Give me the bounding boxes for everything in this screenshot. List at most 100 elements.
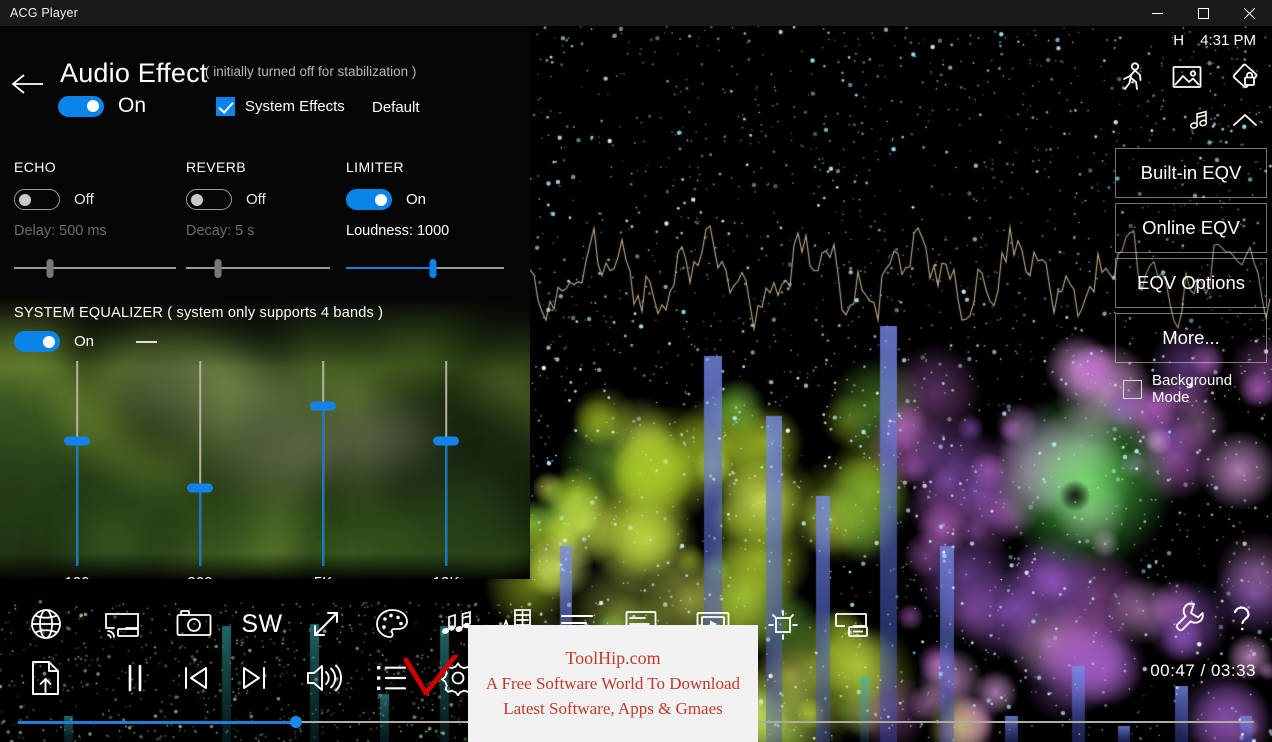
window-controls [1134, 0, 1272, 26]
music-notes-icon[interactable] [1190, 110, 1214, 130]
effect-reverb-toggle[interactable] [186, 189, 232, 210]
time-separator: / [1200, 661, 1206, 680]
more-button[interactable]: More... [1115, 313, 1267, 363]
cast-device-icon[interactable] [824, 602, 878, 646]
equalizer-toggle[interactable] [14, 331, 60, 352]
lock-rotation-icon[interactable] [1228, 62, 1258, 92]
eq-band-fill [322, 406, 324, 566]
toggle-knob [375, 193, 387, 206]
window-title: ACG Player [10, 6, 78, 20]
walking-person-icon[interactable] [1120, 62, 1146, 92]
system-effects-checkbox[interactable] [216, 97, 235, 116]
close-button[interactable] [1226, 0, 1272, 26]
effect-reverb-slider[interactable] [186, 257, 330, 279]
cast-screen-icon[interactable] [94, 602, 150, 646]
effect-reverb: REVERB Off Decay: 5 s [186, 159, 330, 279]
equalizer-title: SYSTEM EQUALIZER ( system only supports … [14, 305, 384, 321]
audio-effect-panel: Audio Effect ( initially turned off for … [0, 26, 530, 579]
status-bar: H 4:31 PM [1173, 32, 1256, 49]
effect-limiter-title: LIMITER [346, 159, 405, 175]
effect-limiter-param: Loudness: 1000 [346, 223, 450, 239]
watermark-line-1: ToolHip.com [565, 648, 661, 668]
current-time: 00:47 [1150, 661, 1196, 680]
app-window: ACG Player Audio Effect (initially turn… [0, 0, 1272, 742]
picture-icon[interactable] [1172, 64, 1202, 90]
effect-limiter-toggle[interactable] [346, 189, 392, 210]
sw-text-button[interactable]: SW [234, 602, 290, 646]
toggle-knob [19, 193, 31, 206]
palette-icon[interactable] [364, 602, 420, 646]
eq-band-label: 100 [47, 574, 107, 579]
page-title-note: ( initially turned off for stabilization… [205, 64, 417, 79]
help-icon[interactable] [1230, 602, 1254, 634]
master-toggle-row: On [58, 94, 146, 118]
toggle-knob [87, 100, 99, 112]
playback-time: 00:47 / 03:33 [1150, 661, 1256, 681]
crop-screenshot-icon[interactable] [756, 602, 810, 646]
volume-icon[interactable] [294, 653, 354, 703]
fullscreen-expand-icon[interactable] [300, 602, 352, 646]
eq-band-thumb[interactable] [187, 483, 213, 493]
effect-echo-toggle[interactable] [14, 189, 60, 210]
title-bar: ACG Player [0, 0, 1272, 26]
clock-label: 4:31 PM [1200, 32, 1256, 49]
previous-track-button[interactable] [168, 653, 224, 703]
eq-band-label: 5K [293, 574, 353, 579]
page-title: Audio Effect [60, 58, 208, 88]
effect-echo-state: Off [74, 191, 94, 208]
effect-echo-slider[interactable] [14, 257, 176, 279]
eqv-options-button[interactable]: EQV Options [1115, 258, 1267, 308]
eq-band-thumb[interactable] [433, 436, 459, 446]
eq-band-fill [76, 440, 78, 566]
slider-track [186, 267, 330, 269]
audio-effect-toggle-state: On [118, 94, 147, 117]
slider-track [14, 267, 176, 269]
status-indicator: H [1173, 32, 1185, 49]
progress-thumb[interactable] [290, 716, 303, 728]
effect-limiter-state: On [406, 191, 427, 208]
background-mode-row[interactable]: Background Mode [1123, 372, 1267, 406]
built-in-eqv-button[interactable]: Built-in EQV [1115, 148, 1267, 198]
effect-limiter: LIMITER On Loudness: 1000 [346, 159, 504, 279]
equalizer-toggle-state: On [74, 333, 95, 350]
online-eqv-button[interactable]: Online EQV [1115, 203, 1267, 253]
slider-thumb[interactable] [46, 259, 54, 278]
watermark-line-2: A Free Software World To Download [485, 674, 741, 693]
effect-limiter-slider[interactable] [346, 257, 504, 279]
effect-reverb-state: Off [246, 191, 266, 208]
toggle-knob [191, 193, 203, 206]
chevron-up-icon[interactable] [1232, 111, 1258, 129]
effect-reverb-toggle-row: Off [186, 189, 330, 210]
top-icon-group-secondary [1190, 110, 1258, 130]
effect-echo: ECHO Off Delay: 500 ms [14, 159, 176, 279]
pause-button[interactable] [104, 653, 166, 703]
watermark-line-3: Latest Software, Apps & Gmaes [503, 699, 723, 718]
system-effects-row[interactable]: System Effects [216, 97, 345, 116]
slider-thumb[interactable] [214, 259, 222, 278]
open-file-icon[interactable] [16, 653, 76, 703]
toggle-knob [43, 335, 55, 348]
background-mode-checkbox[interactable] [1123, 379, 1142, 399]
globe-icon[interactable] [18, 602, 74, 646]
default-button[interactable]: Default [372, 99, 420, 116]
effect-reverb-param: Decay: 5 s [186, 223, 255, 239]
total-time: 03:33 [1210, 661, 1256, 680]
eq-band-thumb[interactable] [310, 401, 336, 411]
minimize-button[interactable] [1134, 0, 1180, 26]
maximize-button[interactable] [1180, 0, 1226, 26]
slider-thumb[interactable] [429, 259, 437, 278]
audio-effect-toggle[interactable] [58, 95, 104, 117]
eq-band-thumb[interactable] [64, 436, 90, 446]
eq-band-fill [199, 488, 201, 566]
progress-fill [18, 721, 297, 724]
red-check-annotation [400, 652, 460, 704]
next-track-button[interactable] [226, 653, 282, 703]
effect-reverb-title: REVERB [186, 159, 246, 175]
equalizer-reset-dash[interactable] [136, 341, 157, 343]
background-mode-label: Background Mode [1152, 372, 1233, 406]
wrench-icon[interactable] [1174, 602, 1204, 634]
effect-echo-toggle-row: Off [14, 189, 176, 210]
back-arrow-icon[interactable] [8, 64, 48, 104]
camera-icon[interactable] [166, 602, 222, 646]
equalizer-toggle-row: On [14, 331, 94, 352]
